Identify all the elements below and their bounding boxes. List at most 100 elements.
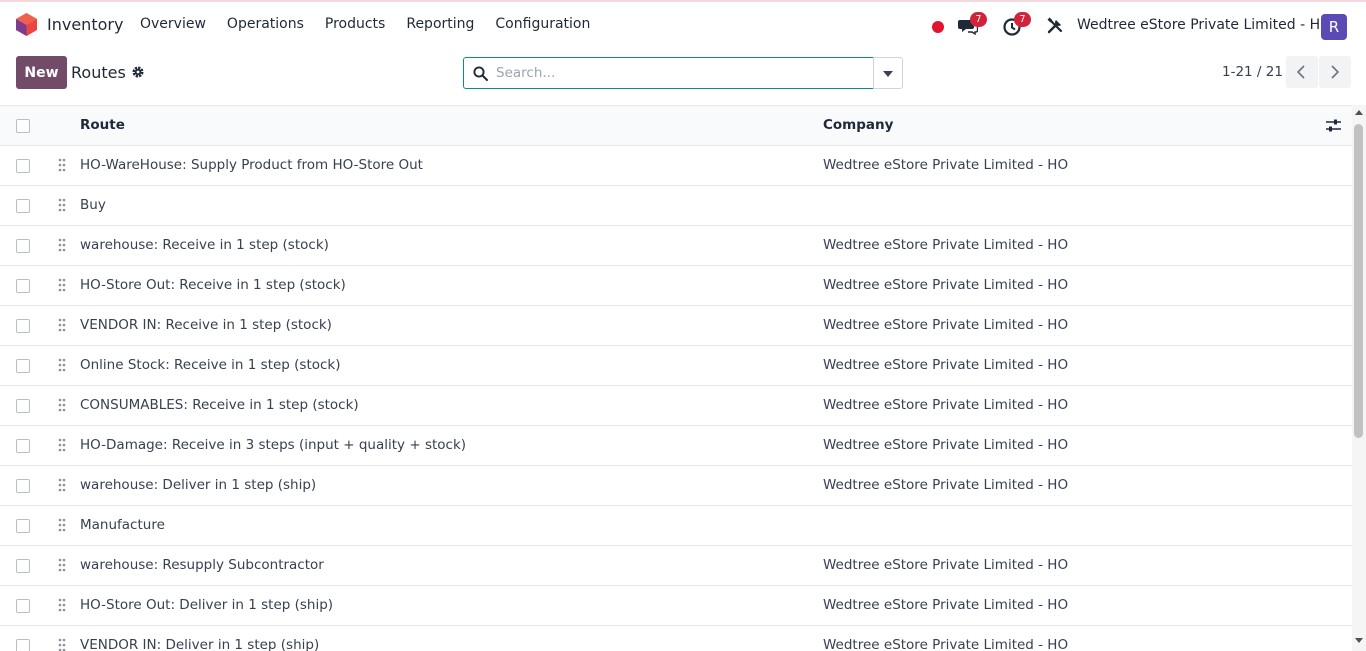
company-cell: Wedtree eStore Private Limited - HO bbox=[823, 437, 1069, 453]
drag-handle-icon[interactable] bbox=[58, 358, 66, 372]
row-checkbox[interactable] bbox=[16, 439, 30, 453]
caret-down-icon bbox=[883, 71, 893, 77]
table-row[interactable]: HO-Damage: Receive in 3 steps (input + q… bbox=[0, 426, 1352, 466]
list-scrollbar[interactable] bbox=[1352, 105, 1366, 651]
table-row[interactable]: Buy bbox=[0, 186, 1352, 226]
recording-indicator[interactable] bbox=[932, 21, 944, 33]
row-checkbox[interactable] bbox=[16, 639, 30, 651]
messages-button[interactable]: 7 bbox=[958, 12, 987, 38]
gear-icon[interactable] bbox=[131, 65, 145, 79]
menu-products[interactable]: Products bbox=[325, 16, 385, 32]
drag-handle-icon[interactable] bbox=[58, 158, 66, 172]
drag-handle-icon[interactable] bbox=[58, 318, 66, 332]
drag-handle-icon[interactable] bbox=[58, 438, 66, 452]
drag-handle-icon[interactable] bbox=[58, 638, 66, 651]
chevron-left-icon bbox=[1296, 65, 1305, 79]
row-checkbox[interactable] bbox=[16, 159, 30, 173]
pager-value[interactable]: 1-21 / 21 bbox=[1222, 64, 1283, 80]
scroll-up-arrow-icon[interactable] bbox=[1355, 110, 1363, 115]
drag-handle-icon[interactable] bbox=[58, 198, 66, 212]
activities-count-badge: 7 bbox=[1014, 12, 1031, 27]
tools-icon bbox=[1047, 17, 1063, 34]
chevron-right-icon bbox=[1331, 65, 1340, 79]
pager-previous-button[interactable] bbox=[1286, 56, 1318, 88]
company-switcher[interactable]: Wedtree eStore Private Limited - HO bbox=[1077, 17, 1331, 33]
row-checkbox[interactable] bbox=[16, 559, 30, 573]
route-name-cell: HO-Store Out: Receive in 1 step (stock) bbox=[80, 277, 346, 293]
table-row[interactable]: CONSUMABLES: Receive in 1 step (stock) We… bbox=[0, 386, 1352, 426]
select-all-checkbox[interactable] bbox=[16, 119, 30, 133]
inventory-app-icon[interactable] bbox=[16, 13, 37, 36]
column-header-company[interactable]: Company bbox=[823, 117, 893, 133]
table-row[interactable]: VENDOR IN: Receive in 1 step (stock) Wedt… bbox=[0, 306, 1352, 346]
user-avatar[interactable]: R bbox=[1321, 14, 1347, 40]
drag-handle-icon[interactable] bbox=[58, 558, 66, 572]
company-cell: Wedtree eStore Private Limited - HO bbox=[823, 557, 1069, 573]
search-icon bbox=[473, 66, 488, 81]
messages-count-badge: 7 bbox=[970, 12, 987, 27]
row-checkbox[interactable] bbox=[16, 479, 30, 493]
column-header-route[interactable]: Route bbox=[80, 117, 125, 133]
top-menu: Overview Operations Products Reporting C… bbox=[140, 16, 590, 32]
list-body: HO-WareHouse: Supply Product from HO-Sto… bbox=[0, 146, 1352, 651]
menu-reporting[interactable]: Reporting bbox=[406, 16, 474, 32]
table-row[interactable]: warehouse: Resupply Subcontractor Wedtree… bbox=[0, 546, 1352, 586]
route-name-cell: HO-WareHouse: Supply Product from HO-Sto… bbox=[80, 157, 423, 173]
menu-operations[interactable]: Operations bbox=[227, 16, 304, 32]
row-checkbox[interactable] bbox=[16, 319, 30, 333]
table-row[interactable]: VENDOR IN: Deliver in 1 step (ship) Wedtr… bbox=[0, 626, 1352, 651]
route-name-cell: warehouse: Resupply Subcontractor bbox=[80, 557, 324, 573]
route-name-cell: VENDOR IN: Deliver in 1 step (ship) bbox=[80, 637, 320, 651]
pager-next-button[interactable] bbox=[1319, 56, 1351, 88]
route-name-cell: warehouse: Receive in 1 step (stock) bbox=[80, 237, 329, 253]
row-checkbox[interactable] bbox=[16, 279, 30, 293]
company-cell: Wedtree eStore Private Limited - HO bbox=[823, 397, 1069, 413]
drag-handle-icon[interactable] bbox=[58, 598, 66, 612]
table-row[interactable]: HO-WareHouse: Supply Product from HO-Sto… bbox=[0, 146, 1352, 186]
drag-handle-icon[interactable] bbox=[58, 238, 66, 252]
row-checkbox[interactable] bbox=[16, 239, 30, 253]
new-button[interactable]: New bbox=[16, 56, 67, 89]
activities-button[interactable]: 7 bbox=[1002, 12, 1031, 38]
main-navbar: Inventory Overview Operations Products R… bbox=[0, 2, 1366, 48]
drag-handle-icon[interactable] bbox=[58, 518, 66, 532]
table-row[interactable]: Manufacture bbox=[0, 506, 1352, 546]
page-title: Routes bbox=[71, 63, 126, 82]
table-row[interactable]: warehouse: Deliver in 1 step (ship) Wedtr… bbox=[0, 466, 1352, 506]
app-name[interactable]: Inventory bbox=[47, 15, 123, 34]
company-cell: Wedtree eStore Private Limited - HO bbox=[823, 357, 1069, 373]
row-checkbox[interactable] bbox=[16, 519, 30, 533]
drag-handle-icon[interactable] bbox=[58, 278, 66, 292]
drag-handle-icon[interactable] bbox=[58, 478, 66, 492]
table-row[interactable]: warehouse: Receive in 1 step (stock) Wedt… bbox=[0, 226, 1352, 266]
company-cell: Wedtree eStore Private Limited - HO bbox=[823, 597, 1069, 613]
scroll-down-arrow-icon[interactable] bbox=[1355, 638, 1363, 643]
company-cell: Wedtree eStore Private Limited - HO bbox=[823, 637, 1069, 651]
route-name-cell: CONSUMABLES: Receive in 1 step (stock) bbox=[80, 397, 359, 413]
menu-overview[interactable]: Overview bbox=[140, 16, 206, 32]
control-panel: New Routes 1-21 / 21 bbox=[0, 48, 1366, 105]
route-name-cell: HO-Damage: Receive in 3 steps (input + q… bbox=[80, 437, 467, 453]
row-checkbox[interactable] bbox=[16, 399, 30, 413]
table-row[interactable]: HO-Store Out: Deliver in 1 step (ship) We… bbox=[0, 586, 1352, 626]
scroll-thumb[interactable] bbox=[1354, 124, 1363, 438]
debug-tools-button[interactable] bbox=[1046, 17, 1068, 39]
route-name-cell: warehouse: Deliver in 1 step (ship) bbox=[80, 477, 317, 493]
row-checkbox[interactable] bbox=[16, 599, 30, 613]
menu-configuration[interactable]: Configuration bbox=[495, 16, 590, 32]
company-cell: Wedtree eStore Private Limited - HO bbox=[823, 317, 1069, 333]
drag-handle-icon[interactable] bbox=[58, 398, 66, 412]
row-checkbox[interactable] bbox=[16, 199, 30, 213]
row-checkbox[interactable] bbox=[16, 359, 30, 373]
routes-list: Route Company HO-WareHouse: Supply Produ… bbox=[0, 105, 1352, 651]
table-row[interactable]: HO-Store Out: Receive in 1 step (stock) W… bbox=[0, 266, 1352, 306]
route-name-cell: Buy bbox=[80, 197, 106, 213]
table-row[interactable]: Online Stock: Receive in 1 step (stock) W… bbox=[0, 346, 1352, 386]
search-input[interactable] bbox=[496, 61, 866, 85]
search-options-toggle[interactable] bbox=[873, 57, 903, 89]
company-cell: Wedtree eStore Private Limited - HO bbox=[823, 477, 1069, 493]
company-cell: Wedtree eStore Private Limited - HO bbox=[823, 157, 1069, 173]
company-cell: Wedtree eStore Private Limited - HO bbox=[823, 237, 1069, 253]
optional-columns-icon[interactable] bbox=[1325, 118, 1342, 133]
route-name-cell: Manufacture bbox=[80, 517, 165, 533]
